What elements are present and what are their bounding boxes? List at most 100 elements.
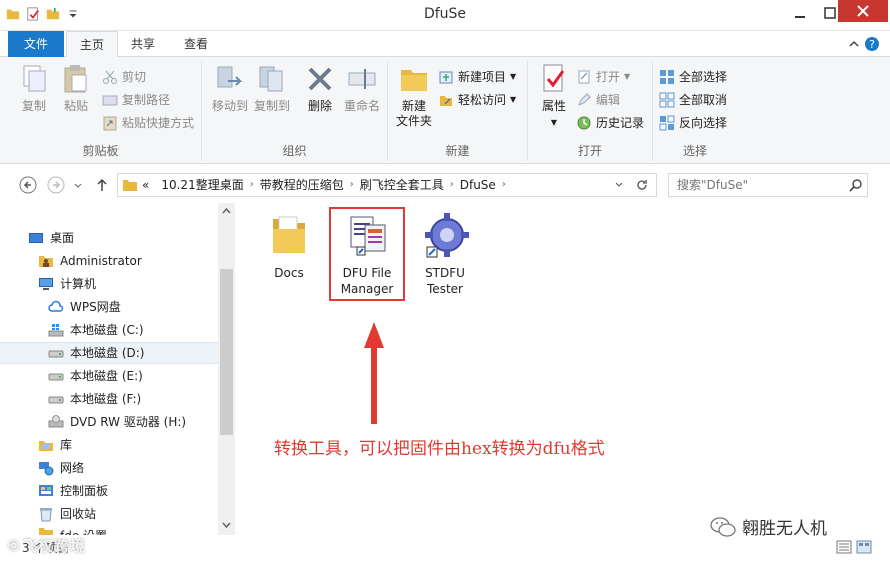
address-dropdown-icon[interactable]: [614, 180, 624, 190]
new-item-button[interactable]: 新建项目 ▼: [438, 67, 516, 87]
recycle-bin-icon: [40, 508, 52, 522]
details-view-icon[interactable]: [836, 539, 852, 555]
navigation-pane: 桌面 Administrator 计算机 WPS网盘 本地磁盘 (C:) 本地磁…: [0, 203, 218, 535]
tab-home[interactable]: 主页: [66, 31, 118, 58]
nav-item-wps-cloud[interactable]: WPS网盘: [0, 296, 218, 318]
title-bar: DfuSe: [0, 0, 890, 31]
up-button[interactable]: [92, 175, 112, 195]
file-item-docs[interactable]: Docs: [253, 211, 325, 281]
new-folder-button[interactable]: 新建 文件夹: [392, 63, 436, 129]
nav-item-drive-c[interactable]: 本地磁盘 (C:): [0, 319, 218, 341]
paste-shortcut-button[interactable]: 粘贴快捷方式: [102, 113, 194, 133]
scrollbar-thumb[interactable]: [220, 269, 233, 435]
forward-button[interactable]: [46, 175, 66, 195]
scroll-down-icon[interactable]: [222, 521, 231, 529]
open-icon: [578, 70, 590, 84]
delete-icon: [308, 67, 332, 91]
nav-label: 本地磁盘 (D:): [70, 346, 145, 360]
easy-access-button[interactable]: 轻松访问 ▼: [438, 90, 516, 110]
copy-label: 复制: [21, 99, 46, 113]
help-icon[interactable]: ?: [864, 36, 880, 52]
back-arrow-icon: [19, 176, 37, 194]
nav-item-control-panel[interactable]: 控制面板: [0, 480, 218, 502]
address-box[interactable]: « 10.21整理桌面 › 带教程的压缩包 › 刷飞控全套工具 › DfuSe …: [117, 173, 657, 197]
chevron-down-icon: [74, 183, 82, 188]
cut-label: 剪切: [122, 70, 147, 84]
search-input[interactable]: [669, 174, 839, 196]
close-icon: [857, 5, 869, 17]
delete-button[interactable]: 删除: [298, 63, 342, 114]
network-icon: [39, 462, 54, 476]
nav-item-drive-d[interactable]: 本地磁盘 (D:): [0, 342, 218, 364]
group-select: 全部选择 全部取消 反向选择 选择: [653, 61, 737, 161]
paste-button[interactable]: 粘贴: [54, 63, 98, 114]
breadcrumb-overflow[interactable]: «: [142, 174, 149, 196]
breadcrumb-separator-icon[interactable]: ›: [250, 174, 254, 196]
select-none-icon: [659, 92, 675, 108]
folder-icon: [401, 70, 427, 91]
breadcrumb-separator-icon[interactable]: ›: [350, 174, 354, 196]
search-icon[interactable]: [849, 178, 863, 192]
hard-drive-icon: [48, 350, 64, 358]
nav-label: 库: [60, 438, 73, 452]
breadcrumb-item[interactable]: 带教程的压缩包: [260, 174, 344, 196]
nav-item-recycle-bin[interactable]: 回收站: [0, 503, 218, 525]
search-box: [668, 173, 868, 197]
nav-item-drive-f[interactable]: 本地磁盘 (F:): [0, 388, 218, 410]
nav-item-network[interactable]: 网络: [0, 457, 218, 479]
window-title: DfuSe: [423, 6, 467, 22]
edit-button[interactable]: 编辑: [576, 90, 620, 110]
file-item-stdfu-tester[interactable]: STDFU Tester: [409, 211, 481, 297]
breadcrumb-item[interactable]: 10.21整理桌面: [161, 174, 243, 196]
paste-icon: [64, 65, 87, 93]
breadcrumb-separator-icon[interactable]: ›: [502, 174, 506, 196]
edit-label: 编辑: [596, 93, 621, 107]
copy-path-icon: [102, 95, 118, 106]
rename-label: 重命名: [343, 99, 380, 113]
properties-label: 属性: [541, 99, 566, 113]
nav-label: WPS网盘: [70, 300, 121, 314]
ribbon-tabs: 文件 主页 共享 查看 ?: [0, 31, 890, 58]
move-to-button[interactable]: 移动到: [208, 63, 252, 114]
large-icons-view-icon[interactable]: [856, 539, 872, 555]
select-all-button[interactable]: 全部选择: [659, 67, 727, 87]
nav-item-settings[interactable]: fde 设置: [0, 525, 218, 535]
scroll-up-icon[interactable]: [222, 207, 231, 215]
properties-button[interactable]: 属性 ▼: [532, 63, 576, 130]
breadcrumb-item[interactable]: 刷飞控全套工具: [360, 174, 444, 196]
copy-to-button[interactable]: 复制到: [250, 63, 294, 114]
nav-item-computer[interactable]: 计算机: [0, 273, 218, 295]
nav-item-desktop[interactable]: 桌面: [0, 227, 218, 249]
collapse-ribbon-icon[interactable]: [846, 36, 862, 52]
maximize-icon: [824, 7, 836, 19]
recent-locations-button[interactable]: [72, 175, 84, 195]
tab-share[interactable]: 共享: [120, 31, 166, 57]
nav-item-administrator[interactable]: Administrator: [0, 250, 218, 272]
cut-button[interactable]: 剪切: [102, 67, 146, 87]
tab-view[interactable]: 查看: [170, 31, 222, 57]
tab-file[interactable]: 文件: [8, 31, 64, 57]
breadcrumb: « 10.21整理桌面 › 带教程的压缩包 › 刷飞控全套工具 › DfuSe …: [140, 174, 506, 196]
copy-path-label: 复制路径: [122, 93, 171, 107]
copy-path-button[interactable]: 复制路径: [102, 90, 170, 110]
rename-button[interactable]: 重命名: [340, 63, 384, 114]
invert-selection-button[interactable]: 反向选择: [659, 113, 727, 133]
history-button[interactable]: 历史记录: [576, 113, 644, 133]
back-button[interactable]: [18, 175, 38, 195]
nav-item-dvd-drive[interactable]: DVD RW 驱动器 (H:): [0, 411, 218, 433]
breadcrumb-item[interactable]: DfuSe: [460, 174, 496, 196]
computer-icon: [39, 278, 53, 290]
breadcrumb-separator-icon[interactable]: ›: [450, 174, 454, 196]
highlight-box: [329, 207, 405, 301]
refresh-icon[interactable]: [634, 177, 650, 193]
nav-item-libraries[interactable]: 库: [0, 434, 218, 456]
select-none-button[interactable]: 全部取消: [659, 90, 727, 110]
folder-icon: [123, 180, 137, 191]
close-button[interactable]: [838, 0, 888, 22]
nav-scrollbar[interactable]: [218, 203, 235, 535]
open-button[interactable]: 打开 ▼: [576, 67, 630, 87]
move-to-label: 移动到: [211, 99, 248, 113]
nav-item-drive-e[interactable]: 本地磁盘 (E:): [0, 365, 218, 387]
copy-button[interactable]: 复制: [12, 63, 56, 114]
history-label: 历史记录: [596, 116, 645, 130]
